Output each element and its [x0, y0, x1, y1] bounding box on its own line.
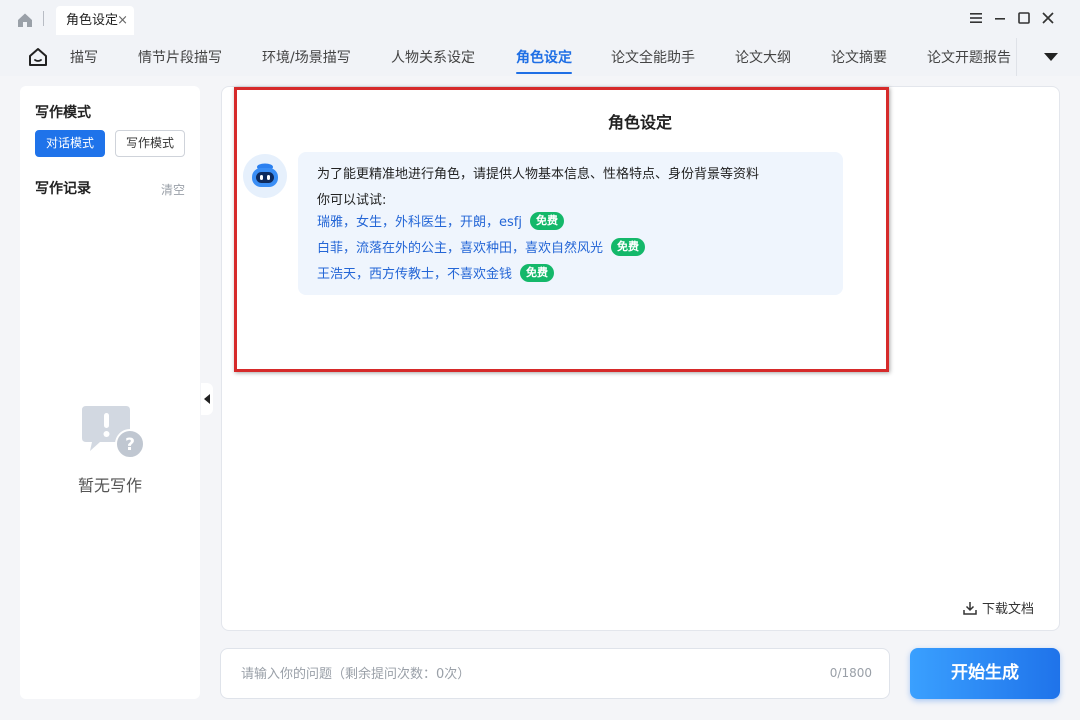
nav-item-describe[interactable]: 描写	[70, 47, 98, 67]
feature-nav: 描写 情节片段描写 环境/场景描写 人物关系设定 角色设定 论文全能助手 论文大…	[0, 38, 1080, 76]
question-input-box[interactable]: 0/1800	[220, 648, 890, 699]
nav-overflow-divider	[1016, 38, 1017, 76]
download-icon	[963, 602, 977, 615]
nav-home-icon[interactable]	[27, 46, 49, 68]
menu-icon[interactable]	[967, 9, 985, 27]
download-document-button[interactable]: 下载文档	[962, 598, 1034, 617]
svg-text:?: ?	[125, 435, 135, 455]
writing-mode-title: 写作模式	[35, 105, 91, 121]
more-dropdown-icon[interactable]	[1044, 53, 1058, 61]
maximize-icon[interactable]	[1015, 9, 1033, 27]
home-icon[interactable]	[16, 11, 34, 29]
nav-item-thesis-assistant[interactable]: 论文全能助手	[611, 47, 695, 67]
clear-records-link[interactable]: 清空	[161, 181, 185, 198]
nav-item-thesis-abstract[interactable]: 论文摘要	[831, 47, 887, 67]
sidebar: 写作模式 对话模式 写作模式 写作记录 清空 ? 暂无写作	[20, 86, 200, 699]
nav-item-character-setting[interactable]: 角色设定	[516, 47, 572, 74]
collapse-sidebar-icon[interactable]	[201, 383, 213, 415]
tab-close-icon[interactable]: ×	[117, 6, 128, 35]
minimize-icon[interactable]	[991, 9, 1009, 27]
empty-state-text: 暂无写作	[77, 476, 142, 495]
annotation-highlight-box	[234, 87, 889, 372]
titlebar-divider	[43, 11, 44, 26]
download-label: 下载文档	[982, 602, 1035, 617]
nav-item-scene[interactable]: 环境/场景描写	[262, 47, 351, 67]
writing-records-title: 写作记录	[35, 181, 91, 197]
chat-mode-button[interactable]: 对话模式	[35, 130, 105, 157]
document-tab[interactable]: 角色设定 ×	[56, 6, 134, 35]
nav-item-thesis-proposal[interactable]: 论文开题报告	[927, 47, 1011, 67]
question-input[interactable]	[241, 663, 801, 685]
close-icon[interactable]	[1039, 9, 1057, 27]
document-tab-label: 角色设定	[66, 13, 119, 28]
start-generate-button[interactable]: 开始生成	[910, 648, 1060, 699]
nav-item-plot-fragment[interactable]: 情节片段描写	[138, 47, 222, 67]
title-bar: 角色设定 ×	[0, 0, 1080, 38]
nav-item-thesis-outline[interactable]: 论文大纲	[735, 47, 791, 67]
char-counter: 0/1800	[829, 666, 872, 680]
writing-mode-button[interactable]: 写作模式	[115, 130, 185, 157]
empty-chat-icon: ?	[82, 406, 145, 459]
nav-item-relationships[interactable]: 人物关系设定	[391, 47, 475, 67]
